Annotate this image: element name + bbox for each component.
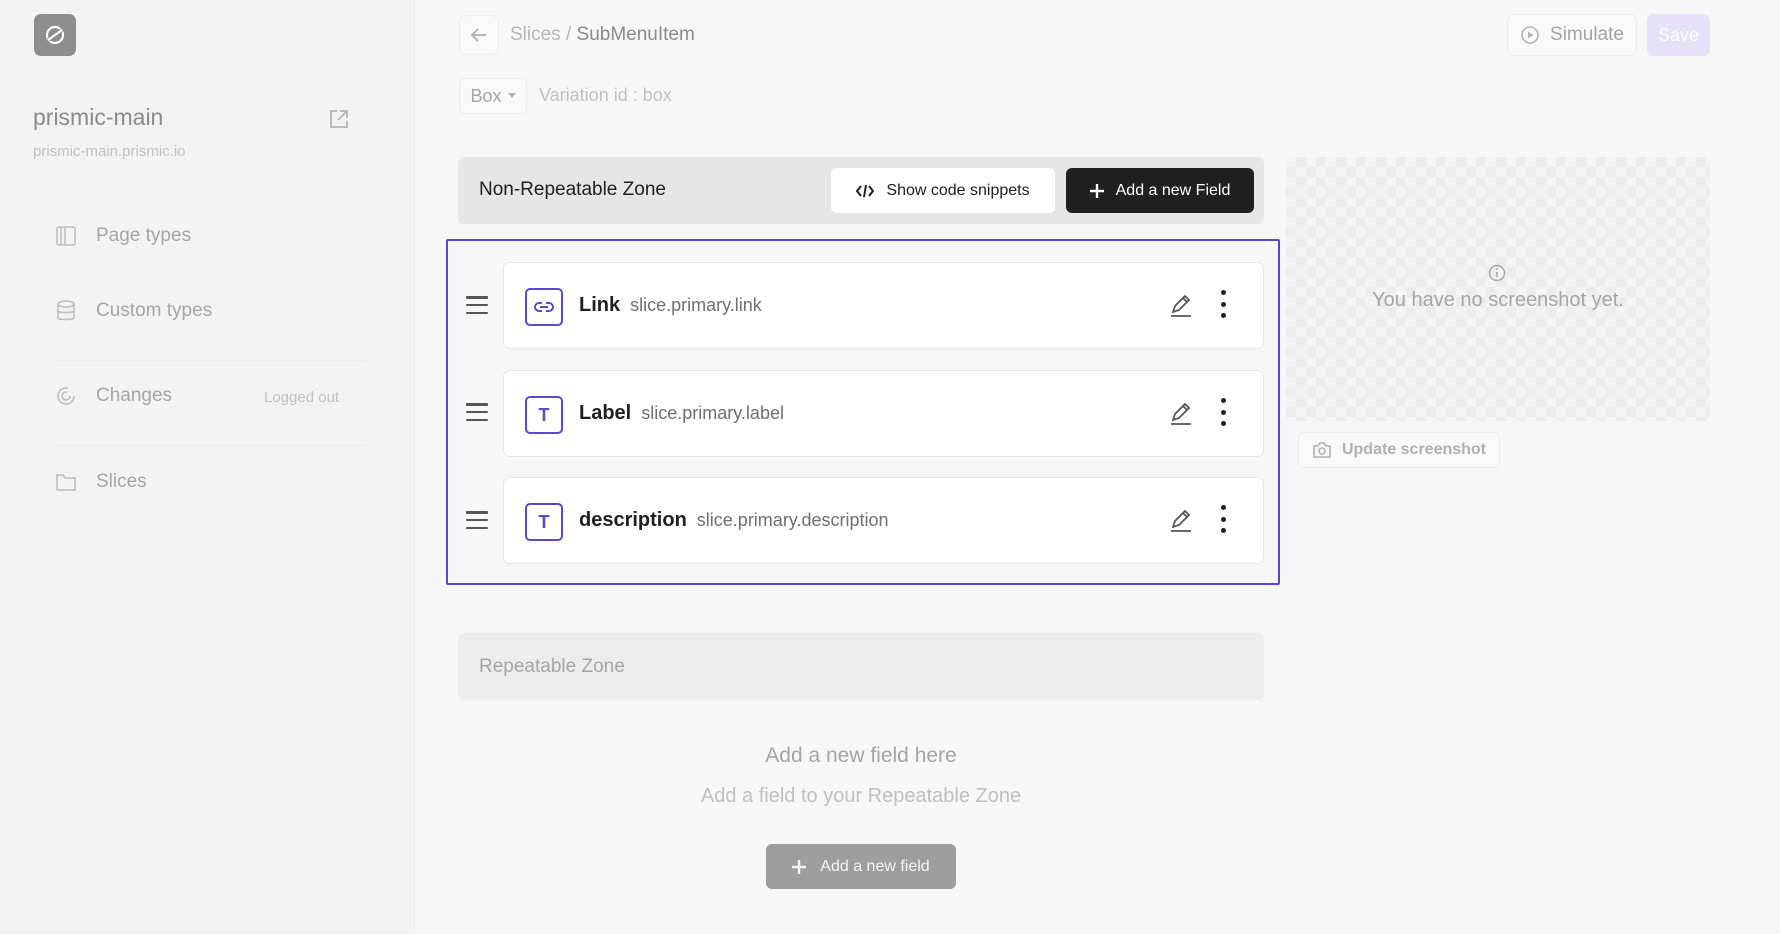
no-screenshot-text: You have no screenshot yet. (1372, 289, 1624, 311)
edit-pencil-icon[interactable] (1168, 401, 1194, 427)
empty-state-title: Add a new field here (765, 744, 957, 767)
plus-icon (1089, 183, 1104, 198)
slice-machine-icon (45, 25, 65, 45)
empty-state-subtitle: Add a field to your Repeatable Zone (700, 785, 1022, 807)
text-field-type-icon: T (525, 503, 563, 541)
changes-icon (57, 387, 75, 405)
field-name: Link slice.primary.link (579, 294, 762, 317)
arrow-left-icon (470, 28, 486, 42)
text-field-type-icon: T (525, 396, 563, 434)
field-label: description (579, 509, 687, 531)
update-screenshot-button[interactable]: Update screenshot (1298, 432, 1500, 468)
save-button[interactable]: Save (1647, 14, 1710, 56)
simulate-button[interactable]: Simulate (1507, 14, 1637, 56)
sidebar-divider (54, 445, 366, 446)
sidebar-item-page-types[interactable]: Page types (54, 221, 191, 251)
drag-handle[interactable] (466, 296, 488, 314)
drag-handle[interactable] (466, 511, 488, 529)
field-label: Label (579, 402, 632, 424)
breadcrumb-parent[interactable]: Slices (510, 24, 561, 45)
field-api-id: slice.primary.link (630, 295, 762, 315)
code-button-label: Show code snippets (886, 181, 1030, 199)
add-repeatable-field-label: Add a new field (820, 857, 930, 875)
sidebar: prismic-main prismic-main.prismic.io Pag… (0, 0, 415, 934)
zone-title: Repeatable Zone (479, 656, 625, 677)
field-row-label[interactable]: T Label slice.primary.label (503, 370, 1264, 457)
variation-selected: Box (470, 85, 502, 106)
camera-icon (1313, 442, 1331, 458)
breadcrumb-current: SubMenuItem (576, 24, 695, 45)
edit-pencil-icon[interactable] (1168, 508, 1194, 534)
field-name: Label slice.primary.label (579, 402, 784, 425)
link-field-type-icon (525, 288, 563, 326)
more-options-icon[interactable] (1218, 398, 1228, 426)
sidebar-item-custom-types[interactable]: Custom types (54, 296, 212, 326)
variation-dropdown[interactable]: Box (459, 78, 527, 114)
add-new-field-button[interactable]: Add a new Field (1066, 168, 1254, 213)
external-link-icon[interactable] (327, 107, 351, 131)
repo-url: prismic-main.prismic.io (33, 143, 186, 160)
field-api-id: slice.primary.description (696, 510, 889, 530)
drag-handle[interactable] (466, 403, 488, 421)
breadcrumb: Slices / SubMenuItem (510, 24, 695, 46)
add-repeatable-field-button[interactable]: Add a new field (766, 844, 956, 889)
sidebar-item-label: Custom types (96, 300, 213, 321)
info-icon (1488, 264, 1506, 282)
add-field-label: Add a new Field (1115, 181, 1231, 199)
edit-pencil-icon[interactable] (1168, 293, 1194, 319)
caret-down-icon (507, 93, 516, 98)
breadcrumb-separator: / (560, 24, 577, 45)
update-screenshot-label: Update screenshot (1341, 441, 1487, 458)
field-row-link[interactable]: Link slice.primary.link (503, 262, 1264, 349)
more-options-icon[interactable] (1218, 505, 1228, 533)
zone-title: Non-Repeatable Zone (479, 179, 666, 200)
sidebar-item-label: Slices (96, 471, 147, 492)
sidebar-item-slices[interactable]: Slices (54, 467, 147, 497)
link-icon (534, 302, 554, 312)
show-code-snippets-button[interactable]: Show code snippets (831, 168, 1055, 213)
sidebar-item-label: Changes (96, 385, 173, 406)
field-row-description[interactable]: T description slice.primary.description (503, 477, 1264, 564)
repo-name: prismic-main (33, 104, 164, 130)
play-circle-icon (1521, 26, 1539, 44)
page-types-icon (56, 226, 76, 246)
prismic-logo[interactable] (34, 14, 76, 56)
database-icon (57, 300, 75, 321)
screenshot-panel: You have no screenshot yet. Update scree… (1286, 157, 1710, 477)
sidebar-item-changes[interactable]: Changes (54, 381, 172, 411)
sidebar-item-label: Page types (96, 225, 192, 246)
code-icon (856, 184, 875, 197)
field-api-id: slice.primary.label (641, 403, 784, 423)
field-label: Link (579, 294, 621, 316)
plus-icon (792, 859, 807, 874)
non-repeatable-zone-header: Non-Repeatable Zone Show code snippets A… (458, 157, 1264, 224)
sidebar-divider (54, 360, 366, 361)
field-name: description slice.primary.description (579, 509, 889, 532)
status-badge: Logged out (264, 389, 340, 406)
repeatable-zone-header: Repeatable Zone (458, 633, 1264, 700)
folder-icon (56, 474, 76, 491)
variation-id: Variation id : box (539, 85, 672, 105)
more-options-icon[interactable] (1218, 290, 1228, 318)
simulate-label: Simulate (1550, 24, 1624, 45)
back-button[interactable] (459, 15, 499, 55)
